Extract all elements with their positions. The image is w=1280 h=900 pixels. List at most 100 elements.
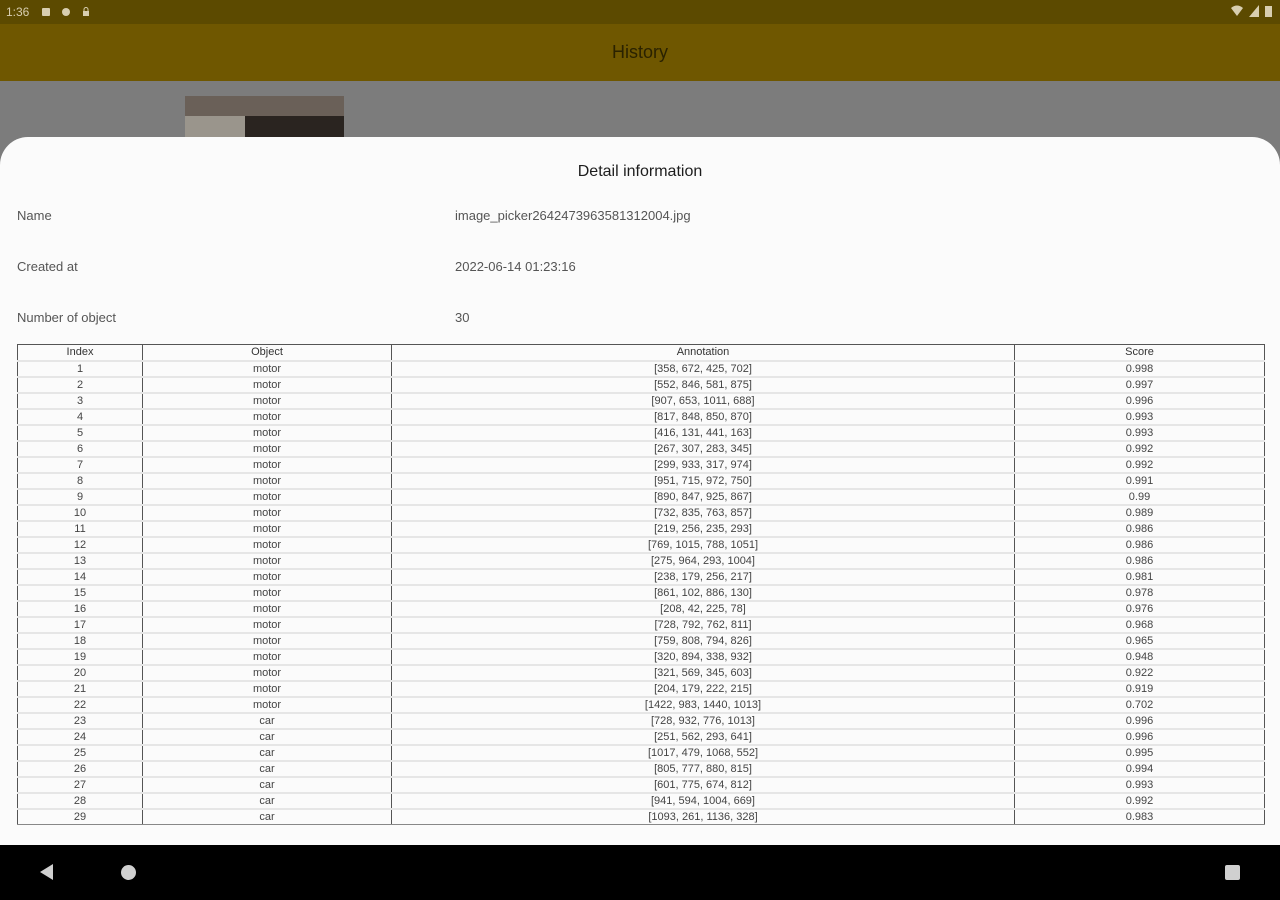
battery-icon [1265, 6, 1272, 17]
cell-object: motor [142, 680, 392, 698]
cell-index: 2 [17, 376, 143, 394]
cell-index: 29 [17, 808, 143, 825]
cell-object: motor [142, 616, 392, 634]
header-object: Object [142, 344, 392, 362]
cell-index: 28 [17, 792, 143, 810]
cell-annotation: [251, 562, 293, 641] [391, 728, 1015, 746]
cell-annotation: [219, 256, 235, 293] [391, 520, 1015, 538]
table-row: 3 motor [907, 653, 1011, 688] 0.996 [17, 392, 1265, 410]
cell-object: motor [142, 360, 392, 378]
cell-annotation: [732, 835, 763, 857] [391, 504, 1015, 522]
cell-index: 25 [17, 744, 143, 762]
cell-object: car [142, 728, 392, 746]
header-index: Index [17, 344, 143, 362]
cell-annotation: [1422, 983, 1440, 1013] [391, 696, 1015, 714]
cell-index: 14 [17, 568, 143, 586]
cell-score: 0.992 [1014, 456, 1265, 474]
cell-object: motor [142, 584, 392, 602]
table-row: 18 motor [759, 808, 794, 826] 0.965 [17, 632, 1265, 650]
table-row: 22 motor [1422, 983, 1440, 1013] 0.702 [17, 696, 1265, 714]
cell-index: 16 [17, 600, 143, 618]
recents-icon[interactable] [1225, 865, 1240, 880]
cell-annotation: [769, 1015, 788, 1051] [391, 536, 1015, 554]
cell-score: 0.994 [1014, 760, 1265, 778]
object-count-label: Number of object [17, 310, 116, 325]
table-row: 12 motor [769, 1015, 788, 1051] 0.986 [17, 536, 1265, 554]
table-row: 2 motor [552, 846, 581, 875] 0.997 [17, 376, 1265, 394]
cell-score: 0.948 [1014, 648, 1265, 666]
cell-score: 0.922 [1014, 664, 1265, 682]
back-icon[interactable] [40, 864, 53, 880]
table-row: 23 car [728, 932, 776, 1013] 0.996 [17, 712, 1265, 730]
table-row: 27 car [601, 775, 674, 812] 0.993 [17, 776, 1265, 794]
table-row: 11 motor [219, 256, 235, 293] 0.986 [17, 520, 1265, 538]
wifi-icon [1231, 5, 1243, 16]
cell-score: 0.983 [1014, 808, 1265, 825]
cell-annotation: [238, 179, 256, 217] [391, 568, 1015, 586]
table-row: 25 car [1017, 479, 1068, 552] 0.995 [17, 744, 1265, 762]
cell-object: motor [142, 504, 392, 522]
cell-index: 24 [17, 728, 143, 746]
cell-object: motor [142, 376, 392, 394]
cell-score: 0.99 [1014, 488, 1265, 506]
cell-object: car [142, 744, 392, 762]
cell-annotation: [321, 569, 345, 603] [391, 664, 1015, 682]
table-row: 21 motor [204, 179, 222, 215] 0.919 [17, 680, 1265, 698]
navigation-bar [0, 845, 1280, 900]
cell-object: motor [142, 424, 392, 442]
cell-annotation: [907, 653, 1011, 688] [391, 392, 1015, 410]
page-title: History [611, 42, 668, 62]
cell-annotation: [861, 102, 886, 130] [391, 584, 1015, 602]
cell-index: 6 [17, 440, 143, 458]
cell-annotation: [951, 715, 972, 750] [391, 472, 1015, 490]
cell-annotation: [358, 672, 425, 702] [391, 360, 1015, 378]
cell-index: 10 [17, 504, 143, 522]
cell-index: 8 [17, 472, 143, 490]
cell-object: motor [142, 664, 392, 682]
table-row: 29 car [1093, 261, 1136, 328] 0.983 [17, 808, 1265, 825]
cell-object: motor [142, 648, 392, 666]
cell-object: motor [142, 440, 392, 458]
cell-score: 0.976 [1014, 600, 1265, 618]
cell-object: car [142, 760, 392, 778]
lock-icon [83, 7, 90, 16]
cell-score: 0.998 [1014, 360, 1265, 378]
cell-score: 0.993 [1014, 408, 1265, 426]
cell-index: 9 [17, 488, 143, 506]
cell-score: 0.986 [1014, 536, 1265, 554]
cell-index: 18 [17, 632, 143, 650]
cell-annotation: [267, 307, 283, 345] [391, 440, 1015, 458]
cell-object: motor [142, 600, 392, 618]
cell-annotation: [941, 594, 1004, 669] [391, 792, 1015, 810]
cell-annotation: [416, 131, 441, 163] [391, 424, 1015, 442]
media-icon [42, 8, 51, 16]
cell-index: 26 [17, 760, 143, 778]
name-value: image_picker2642473963581312004.jpg [455, 208, 691, 223]
header-score: Score [1014, 344, 1265, 362]
status-bar: 1:36 [0, 0, 1280, 24]
cell-index: 19 [17, 648, 143, 666]
cell-object: motor [142, 456, 392, 474]
cell-annotation: [817, 848, 850, 870] [391, 408, 1015, 426]
cell-index: 12 [17, 536, 143, 554]
cell-annotation: [805, 777, 880, 815] [391, 760, 1015, 778]
home-icon[interactable] [121, 865, 136, 880]
cell-score: 0.996 [1014, 728, 1265, 746]
cell-object: car [142, 808, 392, 825]
cell-annotation: [552, 846, 581, 875] [391, 376, 1015, 394]
cell-object: motor [142, 696, 392, 714]
cell-object: car [142, 776, 392, 794]
table-row: 5 motor [416, 131, 441, 163] 0.993 [17, 424, 1265, 442]
created-at-label: Created at [17, 259, 78, 274]
cell-index: 15 [17, 584, 143, 602]
cell-object: motor [142, 392, 392, 410]
cell-annotation: [759, 808, 794, 826] [391, 632, 1015, 650]
cell-index: 27 [17, 776, 143, 794]
table-row: 4 motor [817, 848, 850, 870] 0.993 [17, 408, 1265, 426]
created-at-value: 2022-06-14 01:23:16 [455, 259, 576, 274]
cell-object: car [142, 712, 392, 730]
cell-score: 0.965 [1014, 632, 1265, 650]
cell-score: 0.986 [1014, 520, 1265, 538]
cell-score: 0.996 [1014, 392, 1265, 410]
cell-annotation: [601, 775, 674, 812] [391, 776, 1015, 794]
